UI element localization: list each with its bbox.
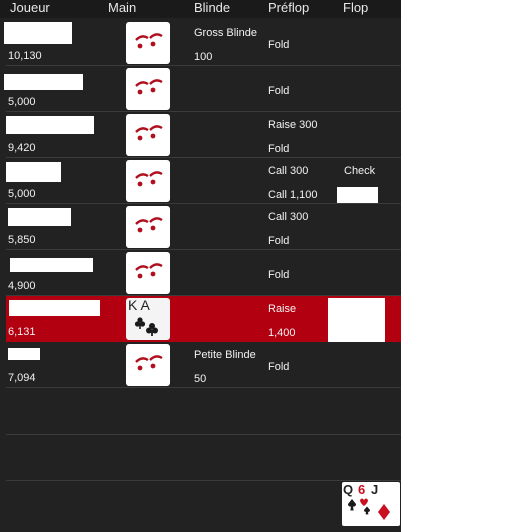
player-stack: 6,131 [8,326,36,338]
preflop-action: Raise [268,303,297,315]
card-back-icon [126,68,170,110]
preflop-action-2: Fold [268,143,290,155]
header-main[interactable]: Main [108,0,136,16]
preflop-action: Fold [268,39,290,51]
preflop-action: Fold [268,361,290,373]
player-stack: 7,094 [8,372,36,384]
player-row[interactable]: 5,000 Fold [4,66,401,112]
flop-redacted [337,187,378,203]
card-back-icon [126,344,170,386]
player-name-redacted [6,162,61,182]
player-row[interactable]: 5,850 Call 300 Fold [6,204,401,250]
card-back-icon [126,206,170,248]
card-back-icon [126,114,170,156]
blind-label: Gross Blinde [194,27,257,39]
blind-amount: 50 [194,373,207,385]
header-blinde[interactable]: Blinde [194,0,230,16]
blind-label: Petite Blinde [194,349,256,361]
flop-redacted [328,298,385,342]
preflop-action-2: Fold [268,235,290,247]
player-stack: 9,420 [8,142,36,154]
player-stack: 4,900 [8,280,36,292]
player-name-redacted [8,208,71,226]
card-back-icon [126,252,170,294]
preflop-action: Fold [268,85,290,97]
header-flop[interactable]: Flop [343,0,368,16]
flop-action: Check [344,165,376,177]
board-cards-q6j: Q 6 J [342,482,400,526]
player-name-redacted [4,74,83,90]
header-joueur[interactable]: Joueur [10,0,50,16]
card-back-icon [126,22,170,64]
hand-history-panel: Joueur Main Blinde Préflop Flop 10,130 G… [0,0,401,532]
row-divider [6,434,401,435]
hero-player-row[interactable]: 6,131 K A Raise 1,400 [6,296,401,342]
player-stack: 5,000 [8,96,36,108]
player-stack: 5,000 [8,188,36,200]
preflop-action: Call 300 [268,165,309,177]
player-name-redacted [9,300,100,316]
row-divider [6,480,401,481]
preflop-action-2: Call 1,100 [268,189,318,201]
player-stack: 10,130 [8,50,42,62]
preflop-action: Call 300 [268,211,309,223]
hole-cards-king-ace-clubs: K A [126,298,170,340]
player-stack: 5,850 [8,234,36,246]
table-header: Joueur Main Blinde Préflop Flop [0,0,401,18]
preflop-action-2: 1,400 [268,327,296,339]
hole-card-ranks: K A [128,298,150,313]
player-name-redacted [10,258,93,272]
player-row[interactable]: 7,094 Petite Blinde 50 Fold [6,342,401,388]
player-name-redacted [8,348,40,360]
player-row[interactable]: 10,130 Gross Blinde 100 Fold [4,20,401,66]
player-row[interactable]: 9,420 Raise 300 Fold [6,112,401,158]
player-name-redacted [4,22,72,44]
player-row[interactable]: 5,000 Call 300 Call 1,100 Check [6,158,401,204]
blind-amount: 100 [194,51,213,63]
preflop-action: Fold [268,269,290,281]
header-preflop[interactable]: Préflop [268,0,309,16]
preflop-action: Raise 300 [268,119,318,131]
card-back-icon [126,160,170,202]
player-name-redacted [6,116,94,134]
player-row[interactable]: 4,900 Fold [6,250,401,296]
